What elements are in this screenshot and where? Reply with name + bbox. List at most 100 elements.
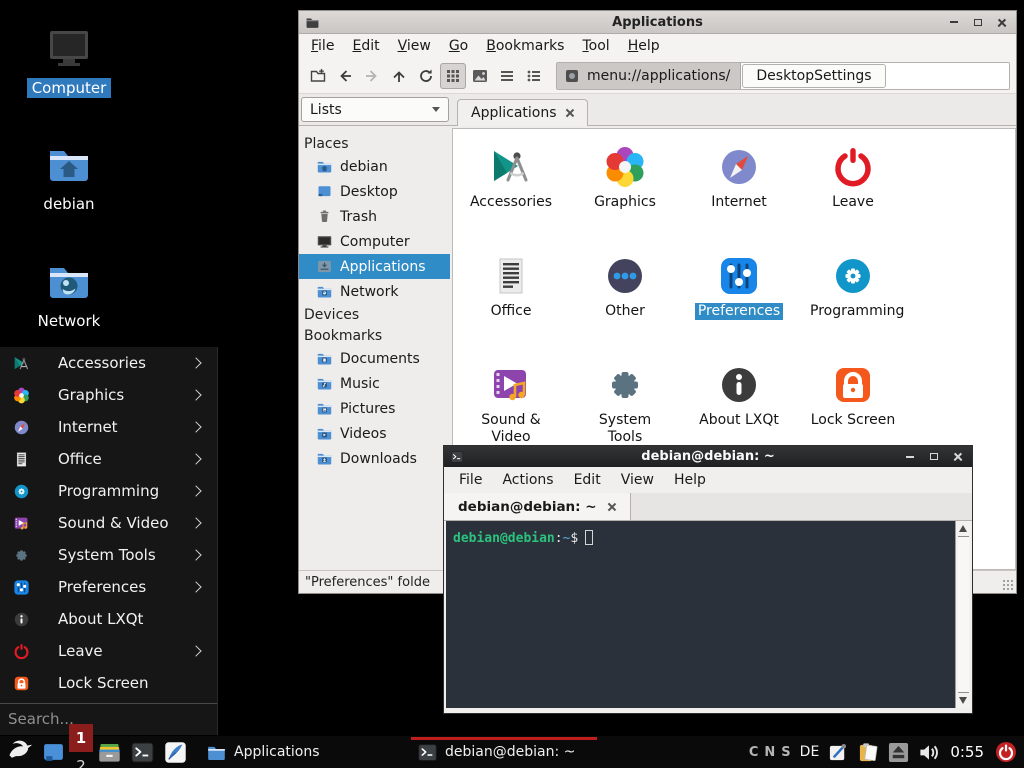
app-item-leave[interactable]: Leave — [796, 134, 910, 243]
menu-item-lock-screen[interactable]: Lock Screen — [0, 667, 217, 699]
fm-menu-bookmarks[interactable]: Bookmarks — [478, 36, 572, 56]
app-item-preferences[interactable]: Preferences — [682, 243, 796, 352]
sidebar-item-videos[interactable]: Videos — [299, 421, 450, 446]
tray-icon-clipboard[interactable] — [858, 742, 879, 763]
scrollbar-handle[interactable] — [958, 536, 969, 693]
terminal-menu-help[interactable]: Help — [665, 470, 715, 490]
app-item-label: Other — [602, 303, 648, 320]
workspace-2[interactable]: 2 — [69, 752, 93, 768]
close-button[interactable] — [949, 449, 966, 464]
terminal-menu-edit[interactable]: Edit — [565, 470, 610, 490]
maximize-button[interactable] — [969, 15, 986, 30]
app-item-label: Lock Screen — [808, 412, 899, 429]
forward-button[interactable] — [359, 63, 385, 89]
taskbar: 12 Applicationsdebian@debian: ~ CNS DE 0… — [0, 736, 1024, 768]
terminal-scrollbar[interactable] — [955, 521, 970, 708]
tab-close-icon[interactable] — [566, 109, 574, 117]
search-input[interactable] — [8, 710, 209, 728]
sidebar-mode-select[interactable]: Lists — [301, 97, 449, 122]
minimize-button[interactable] — [901, 449, 918, 464]
terminal-menu-actions[interactable]: Actions — [493, 470, 562, 490]
programming-icon — [12, 482, 31, 501]
app-item-office[interactable]: Office — [454, 243, 568, 352]
terminal-menu-file[interactable]: File — [450, 470, 491, 490]
menu-item-system-tools[interactable]: System Tools — [0, 539, 217, 571]
fm-menu-tool[interactable]: Tool — [574, 36, 617, 56]
keyboard-layout[interactable]: DE — [800, 744, 820, 760]
folder-documents-icon — [316, 350, 333, 367]
scroll-up-icon[interactable] — [959, 525, 967, 532]
menu-item-programming[interactable]: Programming — [0, 475, 217, 507]
back-button[interactable] — [332, 63, 358, 89]
menu-item-about-lxqt[interactable]: About LXQt — [0, 603, 217, 635]
path-bar: menu://applications/ DesktopSettings — [556, 62, 1010, 90]
launcher-file-manager[interactable] — [97, 740, 122, 765]
keyboard-indicator[interactable]: CNS — [749, 745, 791, 760]
terminal-menu-view[interactable]: View — [612, 470, 663, 490]
tab-applications[interactable]: Applications — [457, 99, 588, 126]
sidebar-item-pictures[interactable]: Pictures — [299, 396, 450, 421]
sidebar-item-computer[interactable]: Computer — [299, 229, 450, 254]
fm-menu-edit[interactable]: Edit — [344, 36, 387, 56]
sidebar-item-music[interactable]: Music — [299, 371, 450, 396]
terminal-tab[interactable]: debian@debian: ~ — [444, 493, 631, 520]
sidebar-item-debian[interactable]: debian — [299, 154, 450, 179]
computer-small-icon — [316, 233, 333, 250]
scroll-down-icon[interactable] — [959, 697, 967, 704]
resize-grip[interactable] — [1002, 579, 1014, 591]
app-item-accessories[interactable]: Accessories — [454, 134, 568, 243]
thumbnail-view-button[interactable] — [467, 63, 493, 89]
taskbar-task-debian-debian[interactable]: debian@debian: ~ — [411, 736, 597, 768]
menu-item-graphics[interactable]: Graphics — [0, 379, 217, 411]
tray-icon-volume[interactable] — [918, 742, 939, 763]
sidebar-item-network[interactable]: Network — [299, 279, 450, 304]
tray-icon-screenshot[interactable] — [828, 742, 849, 763]
desktop-icon-debian[interactable]: debian — [21, 140, 117, 214]
tab-close-icon[interactable] — [608, 503, 616, 511]
menu-item-internet[interactable]: Internet — [0, 411, 217, 443]
fm-menu-file[interactable]: File — [303, 36, 342, 56]
fm-menu-view[interactable]: View — [390, 36, 439, 56]
menu-item-leave[interactable]: Leave — [0, 635, 217, 667]
detailed-view-button[interactable] — [521, 63, 547, 89]
workspace-1[interactable]: 1 — [69, 724, 93, 752]
compact-view-button[interactable] — [494, 63, 520, 89]
icon-view-button[interactable] — [440, 63, 466, 89]
app-item-graphics[interactable]: Graphics — [568, 134, 682, 243]
menu-item-office[interactable]: Office — [0, 443, 217, 475]
sidebar-item-applications[interactable]: Applications — [299, 254, 450, 279]
reload-button[interactable] — [413, 63, 439, 89]
menu-item-preferences[interactable]: Preferences — [0, 571, 217, 603]
close-button[interactable] — [993, 15, 1010, 30]
launcher-text-editor[interactable] — [163, 740, 188, 765]
show-desktop-button[interactable] — [42, 741, 65, 764]
desktop-icon-network[interactable]: Network — [21, 257, 117, 331]
maximize-button[interactable] — [925, 449, 942, 464]
sidebar-item-desktop[interactable]: Desktop — [299, 179, 450, 204]
new-tab-button[interactable] — [305, 63, 331, 89]
sidebar-item-documents[interactable]: Documents — [299, 346, 450, 371]
app-item-internet[interactable]: Internet — [682, 134, 796, 243]
fm-menu-help[interactable]: Help — [620, 36, 668, 56]
desktop-icon-computer[interactable]: Computer — [21, 24, 117, 98]
clock[interactable]: 0:55 — [950, 743, 984, 761]
start-menu-button[interactable] — [7, 739, 33, 765]
sidebar-item-trash[interactable]: Trash — [299, 204, 450, 229]
sidebar-item-downloads[interactable]: Downloads — [299, 446, 450, 471]
power-button[interactable] — [995, 741, 1017, 763]
fm-menu-go[interactable]: Go — [441, 36, 476, 56]
network-folder-icon — [45, 257, 93, 305]
path-crumb-desktopsettings[interactable]: DesktopSettings — [742, 64, 885, 88]
menu-item-sound-video[interactable]: Sound & Video — [0, 507, 217, 539]
path-crumb-applications[interactable]: menu://applications/ — [557, 63, 741, 89]
up-button[interactable] — [386, 63, 412, 89]
terminal-screen[interactable]: debian@debian:~$ — [446, 521, 955, 708]
launcher-terminal[interactable] — [130, 740, 155, 765]
menu-item-accessories[interactable]: Accessories — [0, 347, 217, 379]
minimize-button[interactable] — [945, 15, 962, 30]
folder-task-icon — [206, 742, 227, 763]
tray-icon-eject[interactable] — [888, 742, 909, 763]
app-item-other[interactable]: Other — [568, 243, 682, 352]
app-item-programming[interactable]: Programming — [796, 243, 910, 352]
taskbar-task-applications[interactable]: Applications — [200, 736, 411, 768]
